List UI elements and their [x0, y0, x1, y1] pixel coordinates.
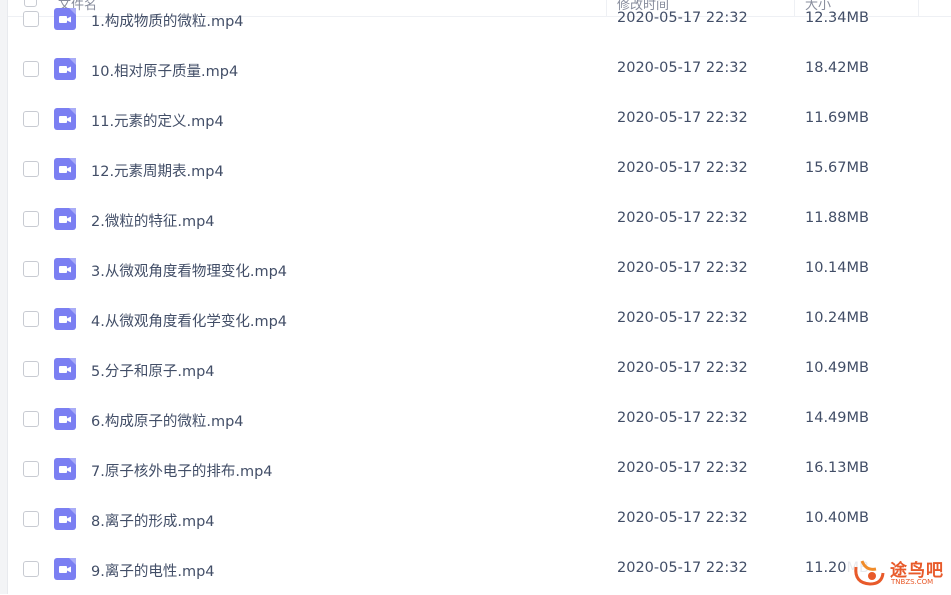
video-file-icon [54, 508, 76, 530]
video-file-icon [54, 308, 76, 330]
left-border [0, 0, 8, 594]
file-name[interactable]: 4.从微观角度看化学变化.mp4 [91, 310, 287, 331]
watermark: 途鸟吧 TNBZS.COM [846, 553, 946, 591]
file-row[interactable]: 10.相对原子质量.mp4 2020-05-17 22:32 18.42MB [8, 45, 951, 95]
row-checkbox[interactable] [23, 161, 39, 177]
row-checkbox[interactable] [23, 411, 39, 427]
file-row[interactable]: 3.从微观角度看物理变化.mp4 2020-05-17 22:32 10.14MB [8, 245, 951, 295]
file-row[interactable]: 8.离子的形成.mp4 2020-05-17 22:32 10.40MB [8, 495, 951, 545]
video-file-icon [54, 208, 76, 230]
file-size: 14.49MB [805, 410, 869, 426]
file-size: 16.13MB [805, 460, 869, 476]
file-date: 2020-05-17 22:32 [617, 460, 748, 476]
file-size: 15.67MB [805, 160, 869, 176]
video-file-icon [54, 558, 76, 580]
row-checkbox[interactable] [23, 211, 39, 227]
file-date: 2020-05-17 22:32 [617, 160, 748, 176]
file-row[interactable]: 5.分子和原子.mp4 2020-05-17 22:32 10.49MB [8, 345, 951, 395]
file-date: 2020-05-17 22:32 [617, 10, 748, 26]
row-checkbox[interactable] [23, 11, 39, 27]
file-date: 2020-05-17 22:32 [617, 210, 748, 226]
file-name[interactable]: 7.原子核外电子的排布.mp4 [91, 460, 273, 481]
file-row[interactable]: 4.从微观角度看化学变化.mp4 2020-05-17 22:32 10.24MB [8, 295, 951, 345]
file-date: 2020-05-17 22:32 [617, 410, 748, 426]
video-file-icon [54, 158, 76, 180]
video-file-icon [54, 8, 76, 30]
file-date: 2020-05-17 22:32 [617, 60, 748, 76]
file-size: 11.88MB [805, 210, 869, 226]
row-checkbox[interactable] [23, 311, 39, 327]
row-checkbox[interactable] [23, 361, 39, 377]
file-name[interactable]: 2.微粒的特征.mp4 [91, 210, 215, 231]
file-name[interactable]: 8.离子的形成.mp4 [91, 510, 215, 531]
row-checkbox[interactable] [23, 261, 39, 277]
file-row[interactable]: 11.元素的定义.mp4 2020-05-17 22:32 11.69MB [8, 95, 951, 145]
video-file-icon [54, 258, 76, 280]
watermark-logo-icon [854, 560, 885, 586]
file-name[interactable]: 3.从微观角度看物理变化.mp4 [91, 260, 287, 281]
video-file-icon [54, 358, 76, 380]
watermark-subtext: TNBZS.COM [891, 578, 934, 586]
file-size: 10.14MB [805, 260, 869, 276]
file-name[interactable]: 10.相对原子质量.mp4 [91, 60, 238, 81]
file-size: 10.24MB [805, 310, 869, 326]
file-date: 2020-05-17 22:32 [617, 260, 748, 276]
row-checkbox[interactable] [23, 111, 39, 127]
file-name[interactable]: 12.元素周期表.mp4 [91, 160, 224, 181]
video-file-icon [54, 108, 76, 130]
file-row[interactable]: 6.构成原子的微粒.mp4 2020-05-17 22:32 14.49MB [8, 395, 951, 445]
file-row[interactable]: 1.构成物质的微粒.mp4 2020-05-17 22:32 12.34MB [8, 0, 951, 45]
file-size: 12.34MB [805, 10, 869, 26]
file-name[interactable]: 1.构成物质的微粒.mp4 [91, 10, 244, 31]
video-file-icon [54, 58, 76, 80]
row-checkbox[interactable] [23, 561, 39, 577]
file-date: 2020-05-17 22:32 [617, 560, 748, 576]
row-checkbox[interactable] [23, 461, 39, 477]
file-size: 11.69MB [805, 110, 869, 126]
file-size: 10.40MB [805, 510, 869, 526]
row-checkbox[interactable] [23, 511, 39, 527]
file-name[interactable]: 5.分子和原子.mp4 [91, 360, 215, 381]
row-checkbox[interactable] [23, 61, 39, 77]
video-file-icon [54, 408, 76, 430]
video-file-icon [54, 458, 76, 480]
file-date: 2020-05-17 22:32 [617, 310, 748, 326]
file-row[interactable]: 7.原子核外电子的排布.mp4 2020-05-17 22:32 16.13MB [8, 445, 951, 495]
file-date: 2020-05-17 22:32 [617, 360, 748, 376]
file-row[interactable]: 12.元素周期表.mp4 2020-05-17 22:32 15.67MB [8, 145, 951, 195]
file-row[interactable]: 9.离子的电性.mp4 2020-05-17 22:32 11.20MB [8, 545, 951, 595]
file-name[interactable]: 6.构成原子的微粒.mp4 [91, 410, 244, 431]
file-row[interactable]: 2.微粒的特征.mp4 2020-05-17 22:32 11.88MB [8, 195, 951, 245]
file-name[interactable]: 11.元素的定义.mp4 [91, 110, 224, 131]
file-date: 2020-05-17 22:32 [617, 510, 748, 526]
file-size: 10.49MB [805, 360, 869, 376]
file-size: 18.42MB [805, 60, 869, 76]
file-name[interactable]: 9.离子的电性.mp4 [91, 560, 215, 581]
file-date: 2020-05-17 22:32 [617, 110, 748, 126]
